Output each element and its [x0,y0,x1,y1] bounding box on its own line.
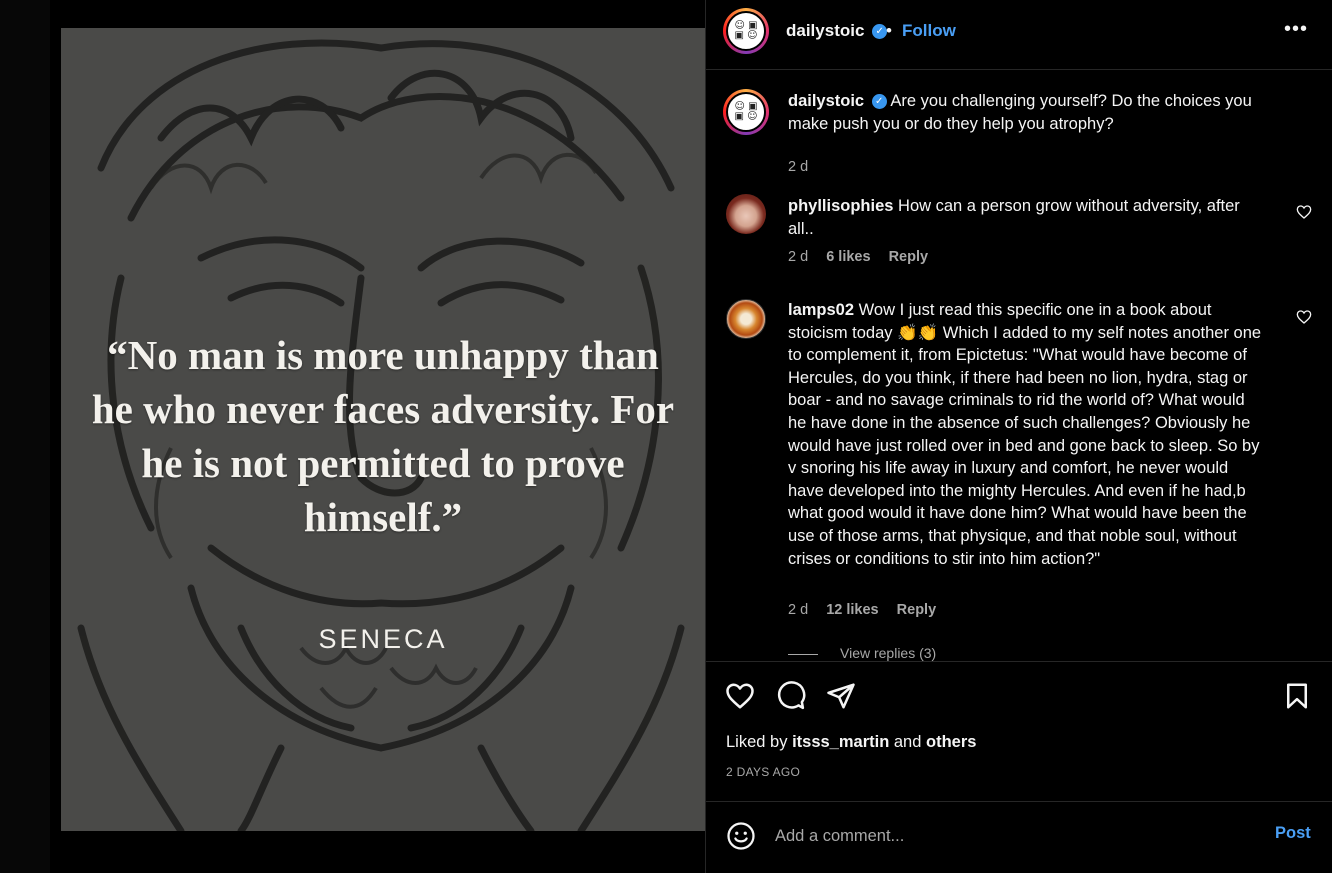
comment-heart-icon[interactable] [1296,309,1312,325]
comment-heart-icon[interactable] [1296,204,1312,220]
comment-text: Wow I just read this specific one in a b… [788,301,1262,568]
more-options-icon[interactable]: ••• [1284,18,1308,41]
paper-plane-icon[interactable] [826,681,856,711]
header-username[interactable]: dailystoic ✓ [786,21,888,41]
post-media: “No man is more unhappy than he who neve… [50,0,705,873]
post-timestamp[interactable]: 2 DAYS AGO [726,765,800,779]
comment-text-block: lamps02 Wow I just read this specific on… [788,299,1266,570]
comment-meta: 2 d 6 likes Reply [788,249,942,265]
liked-by-conjunction: and [893,733,922,751]
caption-text-block: dailystoic ✓ Are you challenging yoursel… [788,90,1266,135]
caption-meta: 2 d [788,159,822,175]
post-comment-button[interactable]: Post [1275,824,1311,843]
heart-icon[interactable] [725,681,755,711]
comment-avatar[interactable] [726,194,766,234]
post-detail-panel: ☺ ▣ ▣ ☺ dailystoic ✓ • Follow ••• ☺ ▣ ▣ ☺ … [705,0,1332,873]
liked-by-user[interactable]: itsss_martin [792,733,889,751]
comment-bubble-icon[interactable] [776,681,806,711]
comment-username[interactable]: lamps02 [788,301,854,319]
author-avatar-logo: ☺ ▣ ▣ ☺ [726,11,766,51]
quote-text: “No man is more unhappy than he who neve… [91,332,675,540]
comment-avatar[interactable] [726,299,766,339]
comment-time: 2 d [788,602,809,618]
verified-badge-icon: ✓ [871,94,887,110]
bookmark-icon[interactable] [1282,681,1312,711]
caption-username[interactable]: dailystoic [788,92,864,110]
comment-username[interactable]: phyllisophies [788,197,893,215]
backdrop-left-strip [0,0,50,873]
comments-list[interactable]: ☺ ▣ ▣ ☺ dailystoic ✓ Are you challenging … [706,71,1332,661]
comment-text-block: phyllisophies How can a person grow with… [788,195,1266,240]
comment-reply-button[interactable]: Reply [889,249,929,265]
comment-meta: 2 d 12 likes Reply [788,602,950,618]
view-replies-line [788,653,818,655]
liked-by-prefix: Liked by [726,733,788,751]
caption-time: 2 d [788,159,809,175]
smiley-icon[interactable] [726,821,756,851]
add-comment-bar: Post [706,801,1332,873]
header-username-text[interactable]: dailystoic [786,21,864,40]
header-separator: • [886,21,892,40]
liked-by-summary: Liked by itsss_martin and others [726,733,976,752]
post-actions: Liked by itsss_martin and others 2 DAYS … [706,661,1332,801]
liked-by-others[interactable]: others [926,733,976,751]
view-replies-label[interactable]: View replies (3) [840,645,936,661]
caption-avatar[interactable]: ☺ ▣ ▣ ☺ [723,89,769,135]
comment-time: 2 d [788,249,809,265]
comment-input[interactable] [775,823,1245,849]
author-avatar[interactable]: ☺ ▣ ▣ ☺ [723,8,769,54]
verified-badge-icon: ✓ [872,24,888,40]
view-replies-button[interactable]: View replies (3) [788,645,936,661]
comment-likes[interactable]: 12 likes [826,602,878,618]
post-image[interactable]: “No man is more unhappy than he who neve… [61,28,705,831]
post-header: ☺ ▣ ▣ ☺ dailystoic ✓ • Follow ••• [706,0,1332,70]
follow-button[interactable]: Follow [902,21,956,41]
caption-avatar-logo: ☺ ▣ ▣ ☺ [726,92,766,132]
quote-author: SENECA [318,624,448,654]
comment-reply-button[interactable]: Reply [897,602,937,618]
comment-likes[interactable]: 6 likes [826,249,870,265]
